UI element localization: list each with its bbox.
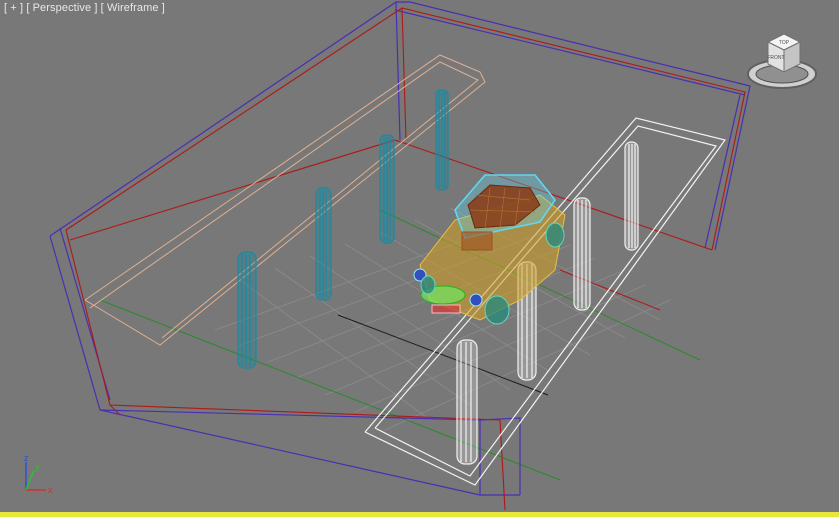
- viewport-menu-button[interactable]: [ + ]: [4, 2, 23, 14]
- car-interior: [461, 231, 493, 251]
- viewcube-front-label: FRONT: [767, 55, 784, 61]
- room-walls-inner: [65, 7, 746, 511]
- axis-y-label: y: [35, 462, 40, 472]
- car-model: [413, 174, 566, 325]
- white-column: [624, 141, 639, 251]
- viewport-status-strip: [0, 512, 839, 517]
- car-wheel-rear-right: [545, 222, 565, 248]
- wireframe-scene[interactable]: [0, 0, 839, 517]
- grid-axis-lines: [99, 209, 701, 481]
- teal-columns: [237, 89, 449, 369]
- axis-x-label: x: [48, 485, 53, 495]
- room-walls-outer: [49, 1, 751, 496]
- viewport-label: [ + ] [ Perspective ] [ Wireframe ]: [4, 2, 165, 14]
- car-headlight-right: [469, 293, 483, 307]
- floor-light-panel: [364, 117, 727, 486]
- axis-z-label: z: [24, 453, 29, 463]
- car-wheel-front-right: [484, 295, 510, 325]
- car-license-plate: [431, 304, 461, 314]
- perspective-viewport[interactable]: [ + ] [ Perspective ] [ Wireframe ] TOP …: [0, 0, 839, 517]
- car-wheel-front-left: [420, 275, 436, 295]
- axis-tripod-icon: x z y: [24, 453, 53, 495]
- teal-column: [435, 89, 449, 191]
- viewcube-icon[interactable]: TOP FRONT: [746, 28, 818, 94]
- teal-column: [379, 134, 395, 244]
- teal-column: [315, 187, 332, 301]
- viewport-view-button[interactable]: [ Perspective ]: [26, 2, 97, 14]
- viewcube-top-label: TOP: [779, 40, 790, 46]
- white-column: [456, 339, 478, 465]
- white-column: [573, 197, 591, 311]
- viewport-shading-button[interactable]: [ Wireframe ]: [101, 2, 165, 14]
- teal-column: [237, 251, 257, 369]
